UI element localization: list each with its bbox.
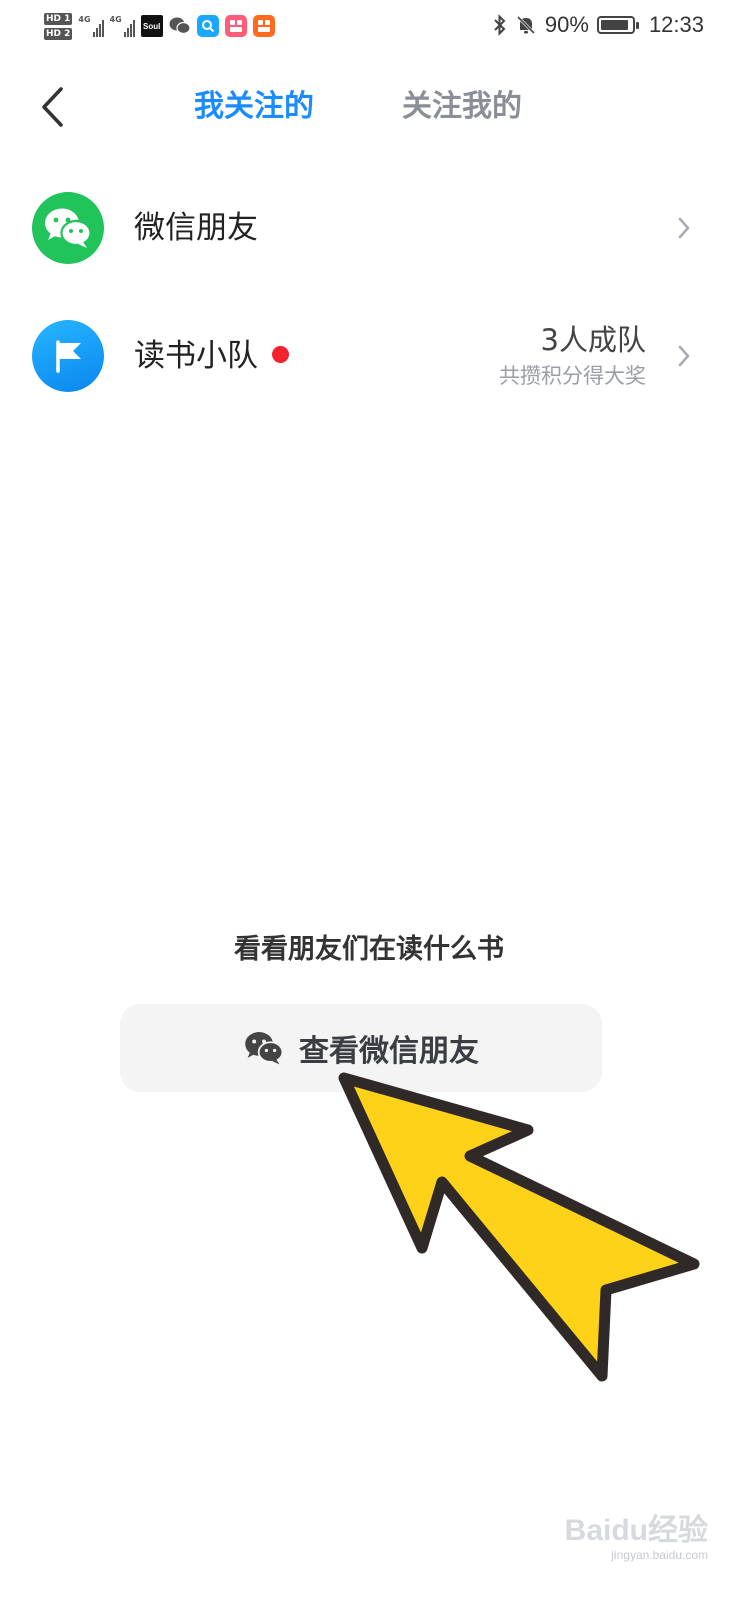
reading-team-row[interactable]: 读书小队 3人成队 共攒积分得大奖 [0,306,738,406]
watermark-sub: jingyan.baidu.com [611,1548,708,1562]
sim2-badge: HD 2 [44,27,73,40]
signal-2: 4G [110,15,135,37]
chevron-right-icon [678,345,690,367]
app-icon-pink [224,15,247,37]
network-type-1: 4G [78,15,91,24]
reading-team-avatar [32,320,104,392]
search-app-icon [196,15,219,37]
signal-1: 4G [78,15,104,37]
status-left: HD 1 HD 2 4G 4G Soul [44,6,275,46]
battery-icon [596,16,639,34]
status-bar: HD 1 HD 2 4G 4G Soul 90% 12:33 [0,0,738,52]
tab-following[interactable]: 我关注的 [194,86,314,128]
view-wechat-friends-label: 查看微信朋友 [299,1034,479,1069]
team-size-text: 3人成队 [540,323,646,357]
status-right: 90% 12:33 [493,10,704,40]
baidu-watermark: Baidu经验 jingyan.baidu.com [528,1514,708,1574]
soul-app-label: Soul [143,21,161,31]
view-wechat-friends-button[interactable]: 查看微信朋友 [120,1004,602,1092]
wechat-avatar [32,192,104,264]
sim-indicators: HD 1 HD 2 [44,12,73,40]
wechat-friends-title: 微信朋友 [134,210,258,246]
battery-percent: 90% [544,12,589,37]
mute-bell-icon [516,15,535,35]
soul-app-icon: Soul [140,15,163,37]
wechat-icon [245,1032,284,1065]
sim1-badge: HD 1 [44,12,73,25]
watermark-main: Baidu经验 [564,1514,708,1547]
back-button[interactable] [32,84,72,130]
tab-followers[interactable]: 关注我的 [402,86,522,128]
flag-icon [56,340,81,373]
network-type-2: 4G [109,15,122,24]
app-icon-orange [252,15,275,37]
wechat-friends-row[interactable]: 微信朋友 [0,178,738,278]
reading-team-title: 读书小队 [134,338,258,374]
chevron-left-icon [42,87,63,127]
empty-state-prompt: 看看朋友们在读什么书 [234,934,504,965]
reading-team-info: 3人成队 共攒积分得大奖 [499,320,646,390]
wechat-icon [45,208,92,248]
battery-fill [600,20,628,30]
wechat-notification-icon [169,15,191,37]
unread-dot [272,346,289,363]
annotation-arrow [338,1072,700,1382]
bluetooth-icon [494,14,506,36]
team-reward-text: 共攒积分得大奖 [499,364,646,388]
clock: 12:33 [648,12,704,37]
chevron-right-icon [678,217,690,239]
